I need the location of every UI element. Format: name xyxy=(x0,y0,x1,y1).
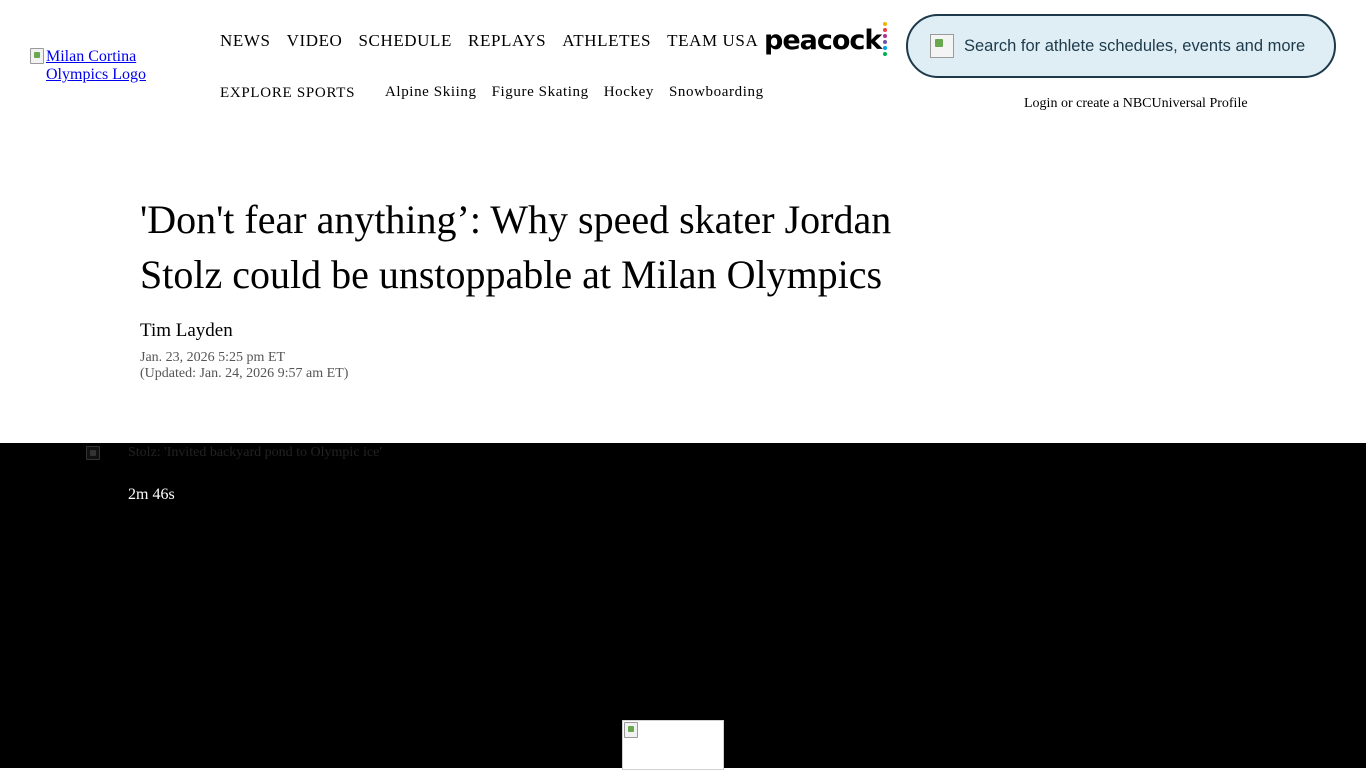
peacock-dot xyxy=(883,34,888,38)
play-image-icon xyxy=(624,722,638,738)
logo-image-icon xyxy=(30,48,44,64)
peacock-dot xyxy=(883,40,888,44)
nav-item-video[interactable]: VIDEO xyxy=(287,31,343,51)
peacock-logo-link[interactable]: peacock xyxy=(764,22,888,58)
logo-alt-text: Milan Cortina Olympics Logo xyxy=(46,48,146,83)
sport-item-alpine-skiing[interactable]: Alpine Skiing xyxy=(385,84,477,101)
article-dates: Jan. 23, 2026 5:25 pm ET (Updated: Jan. … xyxy=(140,350,348,382)
peacock-wordmark: peacock xyxy=(764,24,882,56)
main-nav: NEWS VIDEO SCHEDULE REPLAYS ATHLETES TEA… xyxy=(220,31,774,51)
video-player[interactable]: Stolz: 'Invited backyard pond to Olympic… xyxy=(0,443,1366,770)
sport-item-hockey[interactable]: Hockey xyxy=(604,84,654,101)
peacock-dot xyxy=(883,46,888,50)
peacock-dot xyxy=(883,22,888,26)
video-thumbnail: Stolz: 'Invited backyard pond to Olympic… xyxy=(86,445,382,461)
video-duration: 2m 46s xyxy=(128,486,175,503)
site-logo-link[interactable]: Milan Cortina Olympics Logo xyxy=(30,48,180,84)
search-placeholder: Search for athlete schedules, events and… xyxy=(964,36,1306,55)
nav-item-athletes[interactable]: ATHLETES xyxy=(562,31,651,51)
sport-item-figure-skating[interactable]: Figure Skating xyxy=(492,84,589,101)
peacock-dot xyxy=(883,28,888,32)
nav-item-team-usa[interactable]: TEAM USA xyxy=(667,31,758,51)
login-link[interactable]: Login or create a NBCUniversal Profile xyxy=(1024,96,1248,112)
peacock-dot xyxy=(883,52,888,56)
search-bar[interactable]: Search for athlete schedules, events and… xyxy=(906,14,1336,78)
search-icon xyxy=(930,34,954,58)
thumbnail-alt-text: Stolz: 'Invited backyard pond to Olympic… xyxy=(128,445,382,460)
sports-nav: Alpine Skiing Figure Skating Hockey Snow… xyxy=(385,84,779,101)
play-button[interactable] xyxy=(622,720,724,770)
nav-item-schedule[interactable]: SCHEDULE xyxy=(358,31,452,51)
thumbnail-image-icon xyxy=(86,446,100,460)
article-author[interactable]: Tim Layden xyxy=(140,320,233,342)
published-date: Jan. 23, 2026 5:25 pm ET xyxy=(140,350,286,365)
article-headline: 'Don't fear anything’: Why speed skater … xyxy=(140,197,892,297)
nav-item-news[interactable]: NEWS xyxy=(220,31,271,51)
nav-item-replays[interactable]: REPLAYS xyxy=(468,31,546,51)
updated-date: (Updated: Jan. 24, 2026 9:57 am ET) xyxy=(140,366,349,381)
sport-item-snowboarding[interactable]: Snowboarding xyxy=(669,84,764,101)
peacock-dots-icon xyxy=(883,22,888,56)
explore-sports-label[interactable]: EXPLORE SPORTS xyxy=(220,85,355,102)
